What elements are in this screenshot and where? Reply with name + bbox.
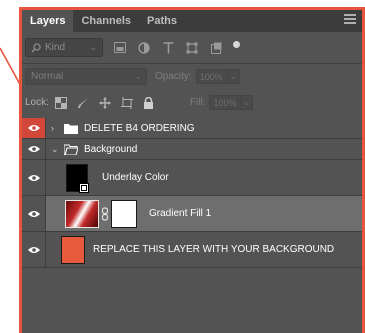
fill-label: Fill:	[189, 97, 206, 108]
tab-paths[interactable]: Paths	[139, 10, 185, 32]
visibility-toggle[interactable]	[22, 196, 46, 231]
fill-adjustment-icon	[79, 182, 89, 193]
layer-list: › DELETE B4 ORDERING ⌄ Background Underl…	[22, 118, 362, 268]
eye-icon	[27, 125, 40, 131]
folder-icon	[64, 123, 78, 134]
lock-row: Lock: Fill: 100% ⌄	[25, 93, 359, 112]
layer-row-underlay-color[interactable]: Underlay Color	[22, 160, 362, 196]
filter-kind-select[interactable]: Kind ⌄	[25, 38, 103, 57]
layer-mask-thumbnail[interactable]	[111, 199, 137, 228]
visibility-toggle[interactable]	[22, 160, 46, 195]
smartobject-filter-icon[interactable]	[209, 41, 223, 55]
lock-all-icon[interactable]	[142, 96, 156, 110]
chevron-down-icon: ⌄	[89, 42, 97, 52]
filter-kind-label: Kind	[45, 42, 66, 53]
type-filter-icon[interactable]	[161, 41, 175, 55]
layer-name: DELETE B4 ORDERING	[84, 122, 195, 134]
layer-name: Background	[84, 143, 138, 155]
lock-transparent-icon[interactable]	[54, 96, 68, 110]
chevron-down-icon[interactable]: ⌄	[241, 95, 254, 110]
panel-tab-bar: Layers Channels Paths	[22, 10, 362, 32]
tab-channels[interactable]: Channels	[73, 10, 139, 32]
layer-row-delete-b4-ordering[interactable]: › DELETE B4 ORDERING	[22, 118, 362, 139]
layer-name: Gradient Fill 1	[149, 208, 212, 219]
fill-input[interactable]: 100%	[209, 95, 242, 110]
filter-toggle-dot-icon[interactable]	[233, 41, 240, 48]
lock-artboard-icon[interactable]	[120, 96, 134, 110]
visibility-toggle[interactable]	[22, 232, 46, 267]
eye-icon	[27, 246, 40, 253]
filter-row: Kind ⌄	[25, 37, 359, 58]
search-icon	[31, 42, 41, 52]
tab-layers[interactable]: Layers	[22, 10, 74, 32]
layer-thumbnail	[61, 235, 85, 264]
image-filter-icon[interactable]	[113, 41, 127, 55]
adjustment-filter-icon[interactable]	[137, 41, 151, 55]
layer-name: REPLACE THIS LAYER WITH YOUR BACKGROUND	[93, 244, 335, 255]
eye-icon	[27, 146, 40, 152]
screenshot-stage: Layers Channels Paths Kind ⌄ Normal ⌄ Op…	[0, 0, 365, 333]
visibility-toggle[interactable]	[22, 118, 46, 138]
layer-thumbnail	[65, 199, 99, 228]
layer-row-background-group[interactable]: ⌄ Background	[22, 139, 362, 160]
eye-icon	[27, 210, 40, 217]
chevron-down-icon: ⌄	[134, 71, 142, 81]
opacity-label: Opacity:	[155, 71, 192, 82]
chevron-down-icon[interactable]: ⌄	[51, 144, 61, 155]
divider	[22, 63, 362, 64]
layer-thumbnail	[66, 163, 89, 193]
folder-open-icon	[64, 144, 78, 155]
blend-mode-select[interactable]: Normal ⌄	[25, 68, 147, 85]
layer-row-replace-background[interactable]: REPLACE THIS LAYER WITH YOUR BACKGROUND	[22, 232, 362, 268]
layers-panel: Layers Channels Paths Kind ⌄ Normal ⌄ Op…	[19, 7, 365, 333]
lock-label: Lock:	[25, 97, 49, 108]
shape-filter-icon[interactable]	[185, 41, 199, 55]
visibility-toggle[interactable]	[22, 139, 46, 159]
chevron-down-icon[interactable]: ⌄	[227, 69, 240, 84]
layer-row-gradient-fill-1[interactable]: Gradient Fill 1	[22, 196, 362, 232]
blend-mode-value: Normal	[31, 71, 64, 82]
layer-name: Underlay Color	[102, 172, 169, 183]
link-icon[interactable]	[101, 206, 109, 221]
chevron-right-icon[interactable]: ›	[51, 123, 61, 133]
blend-row: Normal ⌄ Opacity: 100% ⌄	[25, 67, 359, 86]
lock-move-icon[interactable]	[98, 96, 112, 110]
lock-paint-icon[interactable]	[76, 96, 90, 110]
opacity-input[interactable]: 100%	[195, 69, 228, 84]
eye-icon	[27, 174, 40, 181]
panel-menu-icon[interactable]	[344, 14, 356, 24]
